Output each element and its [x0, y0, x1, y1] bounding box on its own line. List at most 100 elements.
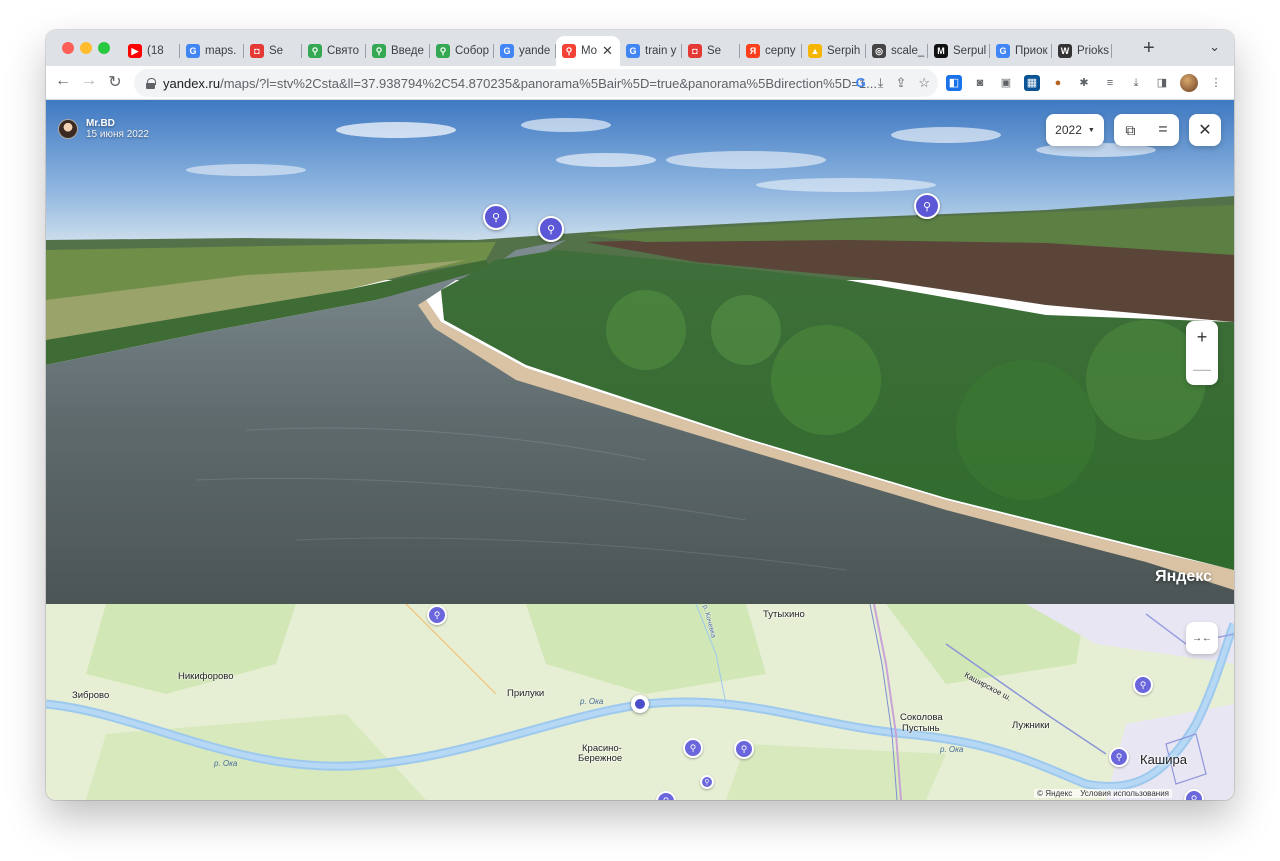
window-close-button[interactable] — [62, 42, 74, 54]
river-label-oka: р. Ока — [580, 697, 604, 706]
google-icon: G — [996, 44, 1010, 58]
map-label-pustyn: Пустынь — [902, 723, 940, 734]
map-label-sokolova: Соколова — [900, 712, 943, 723]
close-panorama-button[interactable]: ✕ — [1189, 114, 1221, 146]
mini-map[interactable]: Зиброво Никифорово Прилуки Красино- Бере… — [46, 604, 1234, 800]
share-icon[interactable]: ⇪ — [895, 75, 906, 91]
browser-menu-icon[interactable]: ⋮ — [1208, 75, 1224, 91]
yandex-maps-icon: ⚲ — [562, 44, 576, 58]
yandex-icon: Я — [746, 44, 760, 58]
browser-tab[interactable]: ◘ Se — [244, 36, 302, 66]
tab-title: Se — [707, 45, 722, 57]
tab-title: серпу — [765, 45, 796, 57]
map-panorama-pin-icon[interactable]: ⚲ — [734, 739, 754, 759]
lock-icon[interactable] — [146, 77, 156, 89]
tab-title: Mo — [581, 45, 597, 57]
browser-tab[interactable]: ⚲ Собор — [430, 36, 494, 66]
tab-strip: ▶ (18 Gmaps. ◘ Se ⚲ Свято ⚲ Введе ⚲ Собор Gyande ⚲ Mo… — [46, 30, 1234, 66]
youtube-icon: ▶ — [128, 44, 142, 58]
map-panorama-pin-icon[interactable]: ⚲ — [1133, 675, 1153, 695]
new-tab-button[interactable]: + — [1143, 37, 1155, 60]
browser-tab[interactable]: Ясерпу — [740, 36, 802, 66]
map-label-tutyhino: Тутыхино — [763, 609, 805, 620]
map-panorama-pin-icon[interactable]: ⚲ — [1109, 747, 1129, 767]
current-location-marker[interactable] — [631, 695, 649, 713]
tab-separator — [1111, 44, 1112, 58]
panorama-balloon-icon[interactable]: ⚲ — [538, 216, 564, 242]
tab-title: train y — [645, 45, 677, 57]
zoom-controls: + — — [1186, 321, 1218, 385]
browser-tab[interactable]: ⚲ Свято — [302, 36, 366, 66]
panorama-balloon-icon[interactable]: ⚲ — [483, 204, 509, 230]
aerial-panorama-view[interactable]: Mr.BD 15 июня 2022 ⚲ ⚲ ⚲ 2022 ▼ ⧉ = ✕ + … — [46, 100, 1234, 604]
serpuhov-icon: ◘ — [688, 44, 702, 58]
browser-tab[interactable]: ▲ Serpih — [802, 36, 866, 66]
tab-title: Serpih — [827, 45, 861, 57]
yandex-logo: Яндекс — [1155, 568, 1212, 585]
extension-icon[interactable]: ◧ — [946, 75, 962, 91]
map-terms-link[interactable]: Условия использования — [1080, 789, 1169, 798]
google-translate-icon[interactable]: G — [856, 75, 866, 91]
browser-tab[interactable]: W Prioks — [1052, 36, 1112, 66]
tab-title: Свято — [327, 45, 360, 57]
browser-tab[interactable]: M Serpul — [928, 36, 990, 66]
panorama-image[interactable] — [46, 100, 1234, 604]
wikipedia-icon: W — [1058, 44, 1072, 58]
install-app-icon[interactable]: ⤓ — [878, 75, 884, 91]
tab-title: maps. — [205, 45, 237, 57]
google-icon: G — [186, 44, 200, 58]
profile-avatar[interactable] — [1180, 74, 1198, 92]
browser-window: ▶ (18 Gmaps. ◘ Se ⚲ Свято ⚲ Введе ⚲ Собор Gyande ⚲ Mo… — [46, 30, 1234, 800]
zoom-in-button[interactable]: + — [1186, 321, 1218, 353]
browser-tab[interactable]: ◘ Se — [682, 36, 740, 66]
extension-grid-icon[interactable]: ▦ — [1024, 75, 1040, 91]
browser-tab[interactable]: Gyande — [494, 36, 556, 66]
collapse-arrows-icon: →← — [1192, 632, 1212, 644]
author-avatar — [58, 119, 78, 139]
window-minimize-button[interactable] — [80, 42, 92, 54]
puzzle-extensions-icon[interactable]: ✱ — [1076, 75, 1092, 91]
browser-tab[interactable]: Gmaps. — [180, 36, 244, 66]
map-label-zibrovo: Зиброво — [72, 690, 110, 701]
reading-list-icon[interactable]: ≡ — [1102, 75, 1118, 91]
browser-toolbar: ← → ↻ yandex.ru/maps/?l=stv%2Csta&ll=37.… — [46, 66, 1234, 100]
map-label-uberezhnoe: Бережное — [578, 753, 623, 764]
picture-in-picture-icon[interactable]: ▣ — [998, 75, 1014, 91]
bookmark-star-icon[interactable]: ☆ — [918, 75, 930, 91]
back-arrow-icon[interactable]: ← — [52, 72, 74, 90]
google-icon: G — [500, 44, 514, 58]
zoom-out-button[interactable]: — — [1186, 353, 1218, 385]
camera-icon[interactable]: ◙ — [972, 75, 988, 91]
window-maximize-button[interactable] — [98, 42, 110, 54]
panorama-author[interactable]: Mr.BD 15 июня 2022 — [58, 118, 149, 140]
side-panel-icon[interactable]: ◨ — [1154, 75, 1170, 91]
forward-arrow-icon[interactable]: → — [78, 72, 100, 90]
browser-tab[interactable]: ▶ (18 — [122, 36, 180, 66]
reload-icon[interactable]: ↻ — [104, 72, 126, 92]
browser-tab[interactable]: G Приок — [990, 36, 1052, 66]
browser-tab[interactable]: ◎ scale_ — [866, 36, 928, 66]
map-panorama-pin-icon[interactable]: ⚲ — [683, 738, 703, 758]
map-label-nikiforovo: Никифорово — [178, 671, 234, 682]
cookie-icon[interactable]: ● — [1050, 75, 1066, 91]
browser-tab[interactable]: ⚲ Введе — [366, 36, 430, 66]
panorama-balloon-icon[interactable]: ⚲ — [914, 193, 940, 219]
tab-title: Собор — [455, 45, 490, 57]
maps-pin-icon: ⚲ — [308, 44, 322, 58]
tab-search-chevron-icon[interactable]: ⌄ — [1209, 39, 1220, 55]
url-text[interactable]: yandex.ru/maps/?l=stv%2Csta&ll=37.938794… — [163, 76, 877, 91]
download-icon[interactable]: ⤓ — [1128, 75, 1144, 91]
river-label-oka: р. Ока — [214, 759, 238, 768]
open-external-icon[interactable]: ⧉ — [1125, 122, 1135, 139]
menu-icon[interactable]: = — [1158, 121, 1167, 139]
map-panorama-pin-icon[interactable]: ⚲ — [427, 605, 447, 625]
tab-close-icon[interactable]: ✕ — [602, 43, 613, 59]
collapse-map-button[interactable]: →← — [1186, 622, 1218, 654]
browser-tab[interactable]: Gtrain y — [620, 36, 682, 66]
map-panorama-pin-icon[interactable]: ⚲ — [700, 775, 714, 789]
caret-down-icon: ▼ — [1087, 126, 1095, 134]
address-bar[interactable]: yandex.ru/maps/?l=stv%2Csta&ll=37.938794… — [134, 69, 938, 97]
maps-pin-icon: ⚲ — [372, 44, 386, 58]
year-selector[interactable]: 2022 ▼ — [1046, 114, 1104, 146]
browser-tab[interactable]: ⚲ Mo ✕ — [556, 36, 620, 66]
